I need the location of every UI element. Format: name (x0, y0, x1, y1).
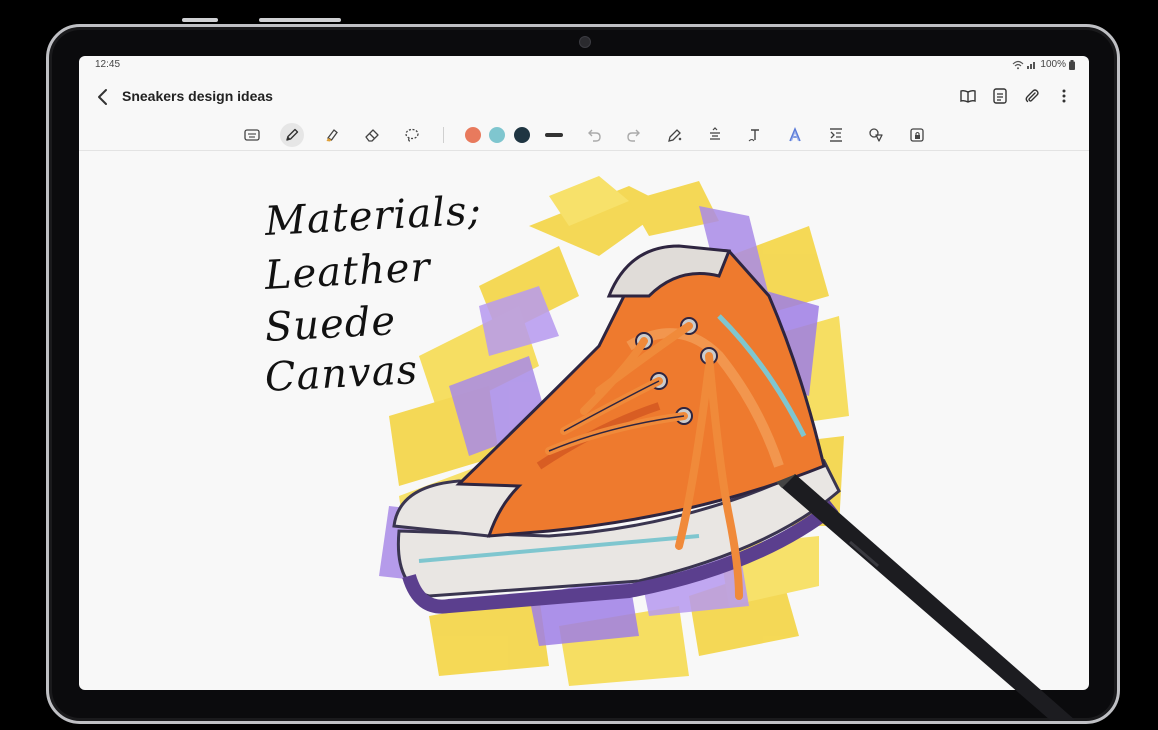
battery-icon (1069, 59, 1075, 70)
status-indicators: 100% (1012, 59, 1075, 70)
redo-icon[interactable] (622, 123, 646, 147)
drawing-toolbar (79, 120, 1089, 151)
orange-sneaker-artwork (379, 176, 849, 686)
text-page-icon[interactable] (991, 86, 1009, 106)
back-arrow-icon[interactable] (93, 86, 113, 108)
lasso-select-icon[interactable] (400, 123, 424, 147)
book-view-icon[interactable] (959, 86, 977, 106)
handwritten-line: Leather (263, 244, 432, 299)
pen-icon[interactable] (280, 123, 304, 147)
status-bar: 12:45 100% (79, 56, 1089, 74)
toolbar-divider (443, 127, 444, 143)
text-align-icon[interactable] (703, 123, 727, 147)
shapes-icon[interactable] (864, 123, 888, 147)
text-style-icon[interactable] (743, 123, 767, 147)
note-title: Sneakers design ideas (122, 88, 273, 104)
lock-icon[interactable] (905, 123, 929, 147)
device-top-button (182, 18, 218, 22)
pen-settings-icon[interactable] (663, 123, 687, 147)
tablet-screen: 12:45 100% Sneakers design ideas Materia… (79, 56, 1089, 690)
more-options-icon[interactable] (1055, 86, 1073, 106)
handwritten-line: Suede (263, 298, 398, 351)
note-canvas[interactable]: Materials; Leather Suede Canvas (79, 151, 1089, 690)
color-swatch-navy[interactable] (514, 127, 530, 143)
pen-thickness-indicator[interactable] (545, 133, 563, 137)
status-time: 12:45 (95, 59, 121, 70)
highlighter-icon[interactable] (320, 123, 344, 147)
handwritten-line: Canvas (263, 347, 420, 401)
device-volume-button (259, 18, 341, 22)
attachment-icon[interactable] (1023, 86, 1041, 106)
insert-space-icon[interactable] (824, 123, 848, 147)
text-effect-icon[interactable] (783, 123, 807, 147)
eraser-icon[interactable] (360, 123, 384, 147)
color-swatch-teal[interactable] (489, 127, 505, 143)
color-swatch-orange[interactable] (465, 127, 481, 143)
app-bar-actions (959, 86, 1073, 106)
signal-icon (1027, 60, 1037, 69)
undo-icon[interactable] (582, 123, 606, 147)
front-camera (579, 36, 591, 48)
keyboard-mode-icon[interactable] (240, 123, 264, 147)
wifi-icon (1012, 60, 1024, 70)
battery-percent: 100% (1040, 59, 1066, 70)
app-bar: Sneakers design ideas (79, 80, 1089, 114)
